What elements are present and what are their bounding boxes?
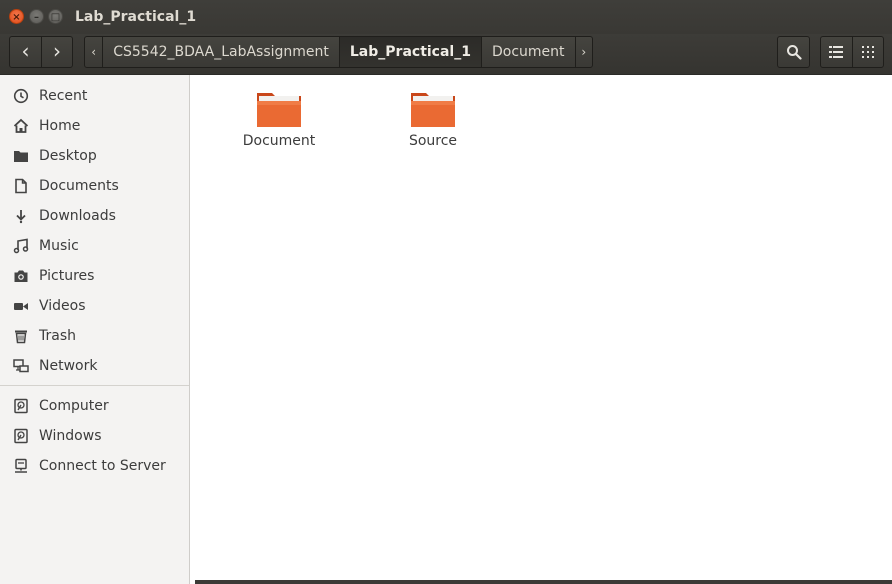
network-icon: [12, 357, 30, 375]
search-button[interactable]: [777, 36, 810, 68]
view-mode-buttons: [820, 36, 884, 68]
list-view-button[interactable]: [821, 37, 852, 67]
file-name: Source: [408, 133, 458, 149]
sidebar-item-label: Documents: [39, 178, 119, 194]
desktop-folder-icon: [12, 147, 30, 165]
navigation-buttons: ‹ ›: [9, 36, 73, 68]
document-icon: [12, 177, 30, 195]
sidebar-item-label: Videos: [39, 298, 86, 314]
grid-view-button[interactable]: [851, 37, 883, 67]
sidebar-item-label: Music: [39, 238, 79, 254]
back-button[interactable]: ‹: [10, 37, 41, 67]
sidebar-item-label: Home: [39, 118, 81, 134]
folder-icon: [257, 93, 301, 127]
server-icon: [12, 457, 30, 475]
sidebar-item-label: Desktop: [39, 148, 97, 164]
sidebar: Recent Home Desktop Documents Downloads: [0, 75, 190, 584]
sidebar-item-label: Windows: [39, 428, 102, 444]
camera-icon: [12, 267, 30, 285]
file-view: Document Source: [190, 75, 892, 584]
forward-button[interactable]: ›: [41, 37, 72, 67]
sidebar-item-desktop[interactable]: Desktop: [0, 141, 189, 171]
sidebar-devices: Computer Windows Connect to Server: [0, 389, 189, 481]
sidebar-item-label: Pictures: [39, 268, 95, 284]
breadcrumb-item[interactable]: CS5542_BDAA_LabAssignment: [102, 37, 339, 67]
sidebar-item-trash[interactable]: Trash: [0, 321, 189, 351]
drive-icon: [12, 397, 30, 415]
sidebar-item-pictures[interactable]: Pictures: [0, 261, 189, 291]
sidebar-item-documents[interactable]: Documents: [0, 171, 189, 201]
clock-icon: [12, 87, 30, 105]
grid-view-icon: [861, 46, 874, 58]
video-icon: [12, 297, 30, 315]
sidebar-item-label: Trash: [39, 328, 76, 344]
sidebar-item-home[interactable]: Home: [0, 111, 189, 141]
close-window-button[interactable]: ×: [9, 9, 24, 24]
list-view-icon: [829, 46, 844, 58]
path-scroll-left-button[interactable]: ‹: [85, 37, 102, 67]
sidebar-item-label: Downloads: [39, 208, 116, 224]
drive-icon: [12, 427, 30, 445]
file-name: Document: [242, 133, 316, 149]
window-bottom-edge: [195, 580, 892, 584]
toolbar: ‹ › ‹ CS5542_BDAA_LabAssignment Lab_Prac…: [0, 34, 892, 75]
download-icon: [12, 207, 30, 225]
folder-item-source[interactable]: Source: [378, 89, 488, 149]
title-bar: × – □ Lab_Practical_1: [0, 0, 892, 34]
breadcrumb: ‹ CS5542_BDAA_LabAssignment Lab_Practica…: [84, 36, 593, 68]
folder-icon: [411, 93, 455, 127]
maximize-window-button[interactable]: □: [48, 9, 63, 24]
sidebar-item-label: Network: [39, 358, 98, 374]
path-scroll-right-button[interactable]: ›: [574, 37, 593, 67]
sidebar-item-connect-to-server[interactable]: Connect to Server: [0, 451, 189, 481]
window-title: Lab_Practical_1: [75, 9, 197, 25]
sidebar-places: Recent Home Desktop Documents Downloads: [0, 75, 189, 381]
sidebar-divider: [0, 385, 189, 386]
sidebar-item-downloads[interactable]: Downloads: [0, 201, 189, 231]
breadcrumb-item-current[interactable]: Lab_Practical_1: [338, 37, 481, 67]
search-icon: [786, 45, 802, 60]
sidebar-item-network[interactable]: Network: [0, 351, 189, 381]
sidebar-item-label: Computer: [39, 398, 109, 414]
sidebar-item-recent[interactable]: Recent: [0, 81, 189, 111]
sidebar-item-music[interactable]: Music: [0, 231, 189, 261]
sidebar-item-label: Recent: [39, 88, 88, 104]
sidebar-item-computer[interactable]: Computer: [0, 391, 189, 421]
breadcrumb-item[interactable]: Document: [480, 37, 575, 67]
home-icon: [12, 117, 30, 135]
sidebar-item-label: Connect to Server: [39, 458, 166, 474]
minimize-window-button[interactable]: –: [29, 9, 44, 24]
trash-icon: [12, 327, 30, 345]
sidebar-item-videos[interactable]: Videos: [0, 291, 189, 321]
sidebar-item-windows[interactable]: Windows: [0, 421, 189, 451]
folder-item-document[interactable]: Document: [224, 89, 334, 149]
music-icon: [12, 237, 30, 255]
